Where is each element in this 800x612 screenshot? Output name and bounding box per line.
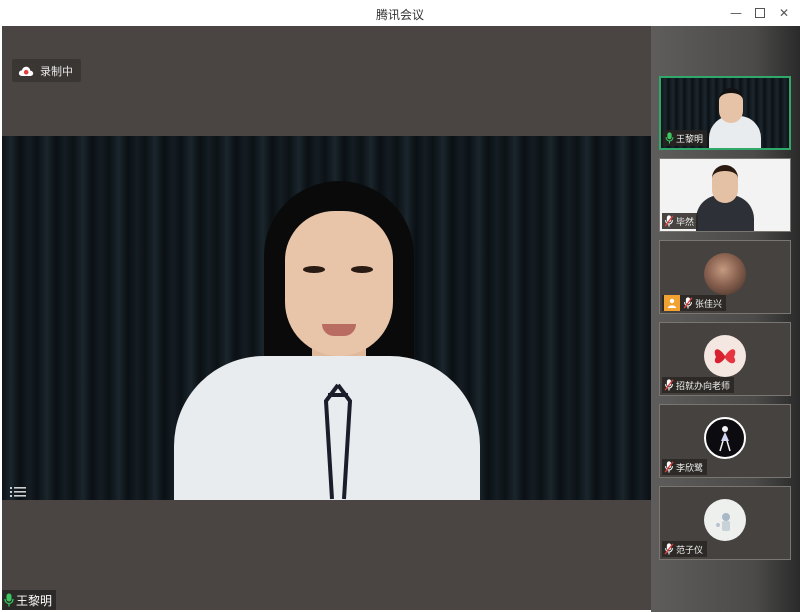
mic-muted-icon bbox=[664, 461, 674, 473]
participant-face bbox=[712, 165, 738, 203]
participant-label: 招就办向老师 bbox=[662, 377, 735, 393]
window-title: 腾讯会议 bbox=[375, 8, 424, 22]
mic-muted-icon bbox=[664, 379, 674, 391]
close-icon: ✕ bbox=[778, 6, 790, 20]
speaker-mouth bbox=[322, 324, 356, 336]
mic-on-icon bbox=[4, 593, 14, 607]
participant-label: 王黎明 bbox=[663, 130, 708, 146]
participant-tile[interactable]: 李欣鹭 bbox=[659, 404, 791, 478]
participant-sidebar: 王黎明 毕然 张佳兴 招就办向老师 李欣鹭 范子仪 bbox=[651, 26, 800, 612]
participant-label: 范子仪 bbox=[662, 541, 708, 557]
participant-tile[interactable]: 毕然 bbox=[659, 158, 791, 232]
title-bar: 腾讯会议 — ✕ bbox=[0, 0, 800, 26]
participant-tile[interactable]: 招就办向老师 bbox=[659, 322, 791, 396]
main-speaker-tag: 王黎明 bbox=[2, 590, 57, 610]
participant-name: 毕然 bbox=[676, 217, 695, 228]
participant-tile[interactable]: 王黎明 bbox=[659, 76, 791, 150]
minimize-button[interactable]: — bbox=[725, 4, 747, 22]
maximize-button[interactable] bbox=[749, 4, 771, 22]
avatar bbox=[704, 253, 746, 295]
mic-muted-icon bbox=[664, 543, 674, 555]
recording-indicator[interactable]: 录制中 bbox=[12, 59, 81, 82]
speaker-tie bbox=[323, 383, 353, 500]
avatar bbox=[704, 499, 746, 541]
main-stage: 录制中 bbox=[2, 26, 651, 610]
participant-label: 李欣鹭 bbox=[662, 459, 708, 475]
participant-name: 范子仪 bbox=[676, 545, 704, 556]
participant-label: 毕然 bbox=[662, 213, 699, 229]
participant-face bbox=[719, 88, 743, 123]
participant-tile[interactable]: 张佳兴 bbox=[659, 240, 791, 314]
participant-name: 李欣鹭 bbox=[676, 463, 704, 474]
speaker-eye-right bbox=[351, 266, 373, 273]
avatar bbox=[704, 335, 746, 377]
main-video bbox=[2, 136, 651, 500]
mic-muted-icon bbox=[683, 297, 693, 309]
participant-label: 张佳兴 bbox=[662, 295, 727, 311]
participant-name: 招就办向老师 bbox=[676, 381, 731, 392]
figure-icon bbox=[719, 426, 731, 452]
mic-on-icon bbox=[665, 132, 674, 144]
butterfly-icon bbox=[714, 349, 736, 364]
avatar bbox=[704, 417, 746, 459]
user-badge-icon bbox=[664, 295, 680, 311]
main-speaker-name: 王黎明 bbox=[16, 593, 53, 608]
participant-name: 王黎明 bbox=[676, 134, 704, 145]
participant-name: 张佳兴 bbox=[695, 299, 723, 310]
list-menu-icon[interactable] bbox=[10, 486, 28, 500]
recording-label: 录制中 bbox=[40, 64, 73, 78]
cloud-record-icon bbox=[18, 66, 34, 76]
close-button[interactable]: ✕ bbox=[773, 4, 795, 22]
participant-tile[interactable]: 范子仪 bbox=[659, 486, 791, 560]
mic-muted-icon bbox=[664, 215, 674, 227]
minimize-icon: — bbox=[730, 6, 742, 20]
maximize-icon bbox=[755, 8, 765, 18]
speaker-eye-left bbox=[303, 266, 325, 273]
figurine-icon bbox=[716, 513, 730, 531]
speaker-face bbox=[285, 211, 393, 356]
